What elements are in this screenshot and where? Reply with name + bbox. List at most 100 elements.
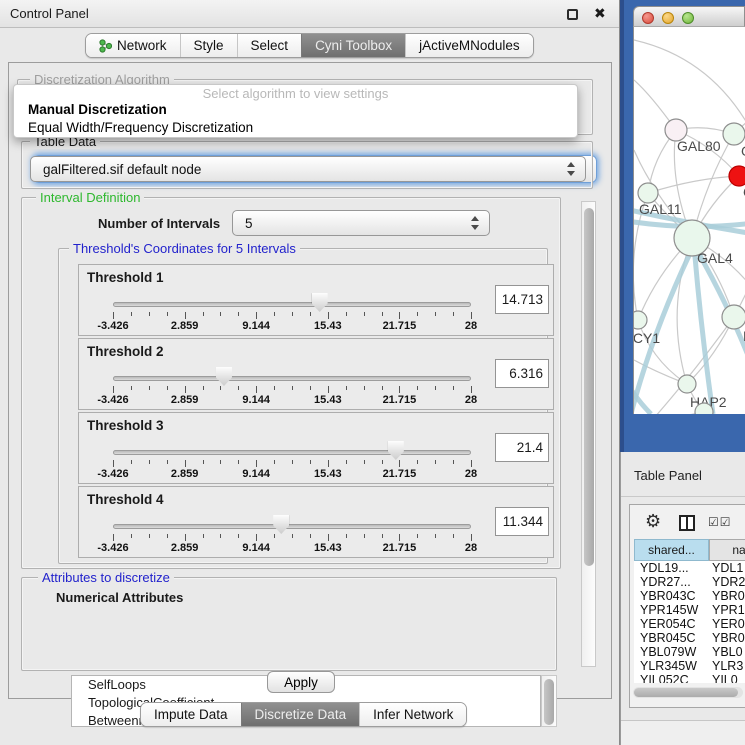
tab-style[interactable]: Style: [180, 34, 237, 57]
tab-network[interactable]: Network: [86, 34, 180, 57]
tab-select[interactable]: Select: [237, 34, 302, 57]
slider-tick: [417, 312, 418, 316]
select-columns-icons[interactable]: ☑☑: [708, 515, 732, 529]
slider-tick: [435, 386, 436, 390]
gear-icon[interactable]: ⚙: [645, 511, 661, 532]
table-row[interactable]: YBR045CYBR0: [634, 631, 745, 645]
table-row[interactable]: YLR345W YLR3: [634, 659, 745, 673]
threshold-slider-track[interactable]: [113, 450, 471, 455]
apply-button[interactable]: Apply: [267, 671, 335, 693]
node-label: GA: [741, 143, 745, 159]
table-row[interactable]: YER054CYER0: [634, 617, 745, 631]
float-window-icon[interactable]: [567, 9, 578, 20]
network-graph[interactable]: GAL80GACGAL11GAL4GCY1HHAP2: [634, 27, 745, 414]
algorithm-option-equal-width-frequency-discretization[interactable]: Equal Width/Frequency Discretization: [28, 120, 253, 135]
table-row[interactable]: YBL079WYBL0: [634, 645, 745, 659]
threshold-slider-track[interactable]: [113, 376, 471, 381]
slider-tick: [382, 312, 383, 316]
network-window-titlebar[interactable]: [633, 6, 745, 27]
table-hscroll-thumb[interactable]: [634, 688, 738, 697]
attributes-list-scrollbar[interactable]: [541, 675, 557, 727]
column-header-shared-name[interactable]: shared...: [634, 539, 709, 561]
table-row[interactable]: YIL052CYIL0: [634, 673, 745, 683]
table-row[interactable]: YPR145WYPR1: [634, 603, 745, 617]
slider-tick-label: 21.715: [371, 468, 427, 480]
panel-vertical-scrollbar[interactable]: [581, 201, 596, 667]
slider-tick: [453, 534, 454, 538]
threshold-slider-track[interactable]: [113, 524, 471, 529]
slider-tick: [435, 460, 436, 464]
slider-tick: [185, 460, 186, 467]
columns-icon[interactable]: [679, 515, 695, 531]
cell-shared-name: YBR045C: [640, 631, 696, 645]
cell-shared-name: YLR345W: [640, 659, 697, 673]
slider-tick-label: -3.426: [85, 468, 141, 480]
tab-impute-data[interactable]: Impute Data: [141, 703, 241, 726]
threshold-slider-thumb[interactable]: [312, 293, 328, 312]
window-zoom-icon[interactable]: [682, 12, 694, 24]
table-horizontal-scrollbar[interactable]: [633, 687, 743, 698]
slider-tick: [238, 460, 239, 464]
table-data-combobox[interactable]: galFiltered.sif default node: [30, 156, 586, 182]
slider-tick: [453, 312, 454, 316]
slider-tick-label: 9.144: [228, 394, 284, 406]
cell-name: YLR3: [712, 659, 743, 673]
slider-tick: [131, 534, 132, 538]
table-row[interactable]: YDR27...YDR2: [634, 575, 745, 589]
close-icon[interactable]: ✖: [594, 5, 606, 22]
column-header-name[interactable]: na: [709, 539, 745, 561]
table-row[interactable]: YDL19... YDL1: [634, 561, 745, 575]
slider-tick: [256, 534, 257, 541]
window-close-icon[interactable]: [642, 12, 654, 24]
slider-tick: [417, 386, 418, 390]
node-label: GCY1: [634, 330, 660, 346]
tab-jactivemnodules[interactable]: jActiveMNodules: [405, 34, 533, 57]
slider-tick: [346, 460, 347, 464]
threshold-value-field[interactable]: 11.344: [495, 507, 549, 536]
tab-cyni-toolbox[interactable]: Cyni Toolbox: [301, 34, 405, 57]
table-panel-divider: [621, 496, 745, 497]
slider-tick-label: 28: [443, 394, 499, 406]
network-node-hap2[interactable]: [678, 375, 696, 393]
network-view[interactable]: GAL80GACGAL11GAL4GCY1HHAP2: [633, 27, 745, 414]
network-edge[interactable]: [634, 412, 704, 414]
threshold-slider-thumb[interactable]: [273, 515, 289, 534]
slider-tick: [364, 460, 365, 464]
algorithm-placeholder-option[interactable]: Select algorithm to view settings: [14, 86, 577, 101]
tab-discretize-data[interactable]: Discretize Data: [241, 703, 360, 726]
network-node-ga[interactable]: [723, 123, 745, 145]
network-node-gcy1[interactable]: [634, 311, 647, 329]
threshold-slider-track[interactable]: [113, 302, 471, 307]
threshold-slider-thumb[interactable]: [388, 441, 404, 460]
slider-tick: [310, 460, 311, 464]
slider-tick: [382, 386, 383, 390]
slider-tick-label: 28: [443, 542, 499, 554]
window-minimize-icon[interactable]: [662, 12, 674, 24]
threshold-value-field[interactable]: 6.316: [495, 359, 549, 388]
network-node-gal11[interactable]: [638, 183, 658, 203]
algorithm-dropdown-popup: Select algorithm to view settings Manual…: [13, 84, 578, 138]
network-node-c[interactable]: [729, 166, 745, 186]
attributes-scrollbar-thumb[interactable]: [544, 679, 554, 725]
threshold-slider-thumb[interactable]: [216, 367, 232, 386]
panel-scrollbar-thumb[interactable]: [584, 208, 594, 566]
cell-name: YDL1: [712, 561, 743, 575]
threshold-value-field[interactable]: 14.713: [495, 285, 549, 314]
slider-tick: [203, 386, 204, 390]
table-row[interactable]: YBR043CYBR0: [634, 589, 745, 603]
slider-tick: [185, 534, 186, 541]
threshold-panel-2: Threshold 2-3.4262.8599.14415.4321.71528…: [78, 338, 554, 410]
network-node-h[interactable]: [722, 305, 745, 329]
slider-tick-label: 9.144: [228, 320, 284, 332]
algorithm-option-manual-discretization[interactable]: Manual Discretization: [28, 102, 167, 117]
cell-shared-name: YDL19...: [640, 561, 689, 575]
attributes-group: Attributes to discretize Numerical Attri…: [21, 577, 557, 671]
bottom-tab-bar: Impute DataDiscretize DataInfer Network: [140, 702, 467, 727]
slider-tick: [131, 386, 132, 390]
threshold-value-field[interactable]: 21.4: [495, 433, 549, 462]
tab-infer-network[interactable]: Infer Network: [359, 703, 466, 726]
slider-tick: [364, 386, 365, 390]
slider-tick-label: -3.426: [85, 320, 141, 332]
threshold-label: Threshold 2: [87, 344, 164, 359]
slider-tick: [167, 312, 168, 316]
